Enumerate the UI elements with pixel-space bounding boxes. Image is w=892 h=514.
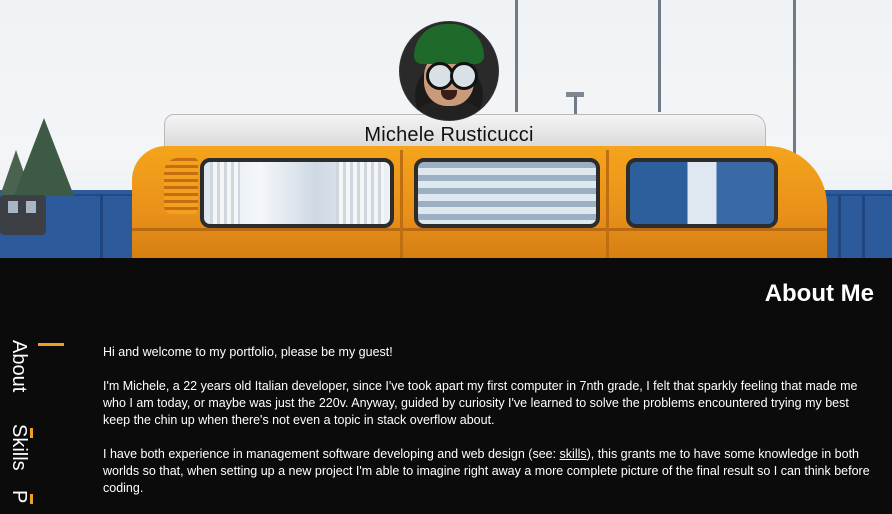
parking-meter bbox=[0, 195, 46, 235]
fence-post bbox=[838, 194, 841, 258]
nav-marker bbox=[30, 428, 33, 438]
fence-post bbox=[100, 194, 103, 258]
curtain bbox=[210, 162, 240, 224]
van-vent bbox=[164, 158, 198, 214]
experience-paragraph: I have both experience in management sof… bbox=[103, 446, 878, 497]
fence-post bbox=[862, 194, 865, 258]
curtain bbox=[336, 162, 384, 224]
intro-paragraph: Hi and welcome to my portfolio, please b… bbox=[103, 345, 393, 359]
utility-pole bbox=[658, 0, 661, 112]
side-navigation: About Skills P bbox=[0, 330, 70, 504]
avatar-hat bbox=[414, 24, 484, 64]
hero-banner: Michele Rusticucci bbox=[0, 0, 892, 258]
lamp-pole bbox=[574, 96, 577, 116]
profile-name: Michele Rusticucci bbox=[364, 124, 534, 146]
section-title: About Me bbox=[764, 280, 874, 307]
experience-text-start: I have both experience in management sof… bbox=[103, 447, 560, 461]
van-trim bbox=[132, 228, 827, 231]
van-window-louvered bbox=[414, 158, 600, 228]
nav-item-about[interactable]: About bbox=[7, 340, 30, 392]
utility-pole bbox=[515, 0, 518, 112]
about-content: Hi and welcome to my portfolio, please b… bbox=[103, 344, 878, 514]
active-indicator bbox=[38, 343, 64, 346]
nav-marker bbox=[30, 494, 33, 504]
meter-screen bbox=[8, 201, 18, 213]
van-door-seam bbox=[400, 150, 403, 258]
skills-link[interactable]: skills bbox=[560, 447, 587, 461]
meter-screen bbox=[26, 201, 36, 213]
avatar bbox=[399, 21, 499, 121]
nav-item-projects[interactable]: P bbox=[7, 490, 30, 503]
van-door-seam bbox=[606, 150, 609, 258]
van-window bbox=[626, 158, 778, 228]
bio-paragraph: I'm Michele, a 22 years old Italian deve… bbox=[103, 379, 858, 427]
goggle-lens bbox=[450, 62, 478, 90]
van-window bbox=[200, 158, 394, 228]
nav-item-skills[interactable]: Skills bbox=[7, 424, 30, 471]
